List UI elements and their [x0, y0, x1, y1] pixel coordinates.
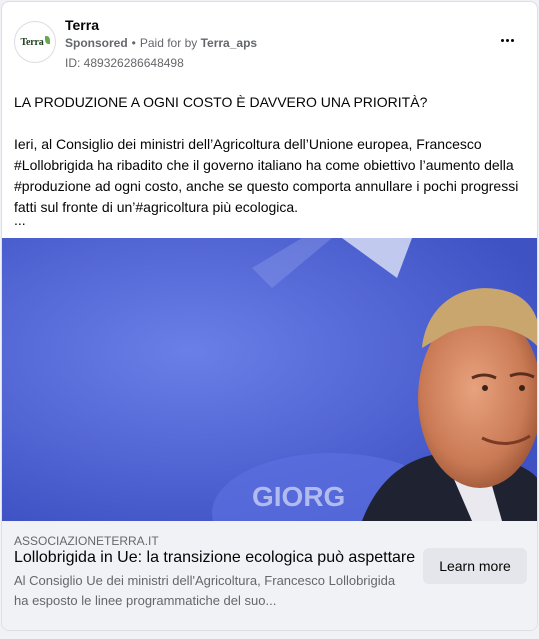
ad-card: Terra Terra Sponsored • Paid for by Terra_… — [1, 1, 538, 631]
post-paragraph: Ieri, al Consiglio dei ministri dell’Agr… — [14, 136, 519, 215]
page-name[interactable]: Terra — [65, 17, 99, 33]
more-dot — [505, 38, 509, 42]
avatar-logo-text: Terra — [20, 36, 44, 48]
sponsored-line: Sponsored • Paid for by Terra_aps — [65, 36, 257, 50]
post-body: LA PRODUZIONE A OGNI COSTO È DAVVERO UNA… — [14, 92, 526, 218]
leaf-icon — [44, 36, 50, 44]
page-avatar[interactable]: Terra — [14, 21, 56, 63]
see-more-link[interactable]: ... — [14, 212, 26, 228]
backdrop-text: GIORG — [252, 481, 345, 512]
more-horizontal-icon — [500, 38, 504, 42]
learn-more-button[interactable]: Learn more — [423, 548, 527, 584]
link-description: Al Consiglio Ue dei ministri dell'Agrico… — [14, 573, 396, 608]
meta-separator: • — [131, 36, 136, 50]
sponsored-label: Sponsored — [65, 36, 128, 50]
more-options-button[interactable] — [495, 30, 519, 50]
link-title[interactable]: Lollobrigida in Ue: la transizione ecolo… — [14, 549, 415, 567]
terra-logo-icon: Terra — [20, 36, 50, 48]
ad-id: ID: 489326286648498 — [65, 56, 184, 70]
minister-photo: GIORG — [2, 238, 537, 521]
link-preview[interactable]: ASSOCIAZIONETERRA.IT Lollobrigida in Ue:… — [2, 521, 537, 630]
paid-for-by-name[interactable]: Terra_aps — [201, 36, 257, 50]
post-headline: LA PRODUZIONE A OGNI COSTO È DAVVERO UNA… — [14, 94, 428, 110]
paid-for-by-label: Paid for by — [139, 36, 198, 50]
post-image[interactable]: GIORG — [2, 238, 537, 521]
more-dot — [510, 38, 514, 42]
link-domain: ASSOCIAZIONETERRA.IT — [14, 534, 159, 548]
post-header: Terra Terra Sponsored • Paid for by Terra_… — [2, 2, 537, 82]
